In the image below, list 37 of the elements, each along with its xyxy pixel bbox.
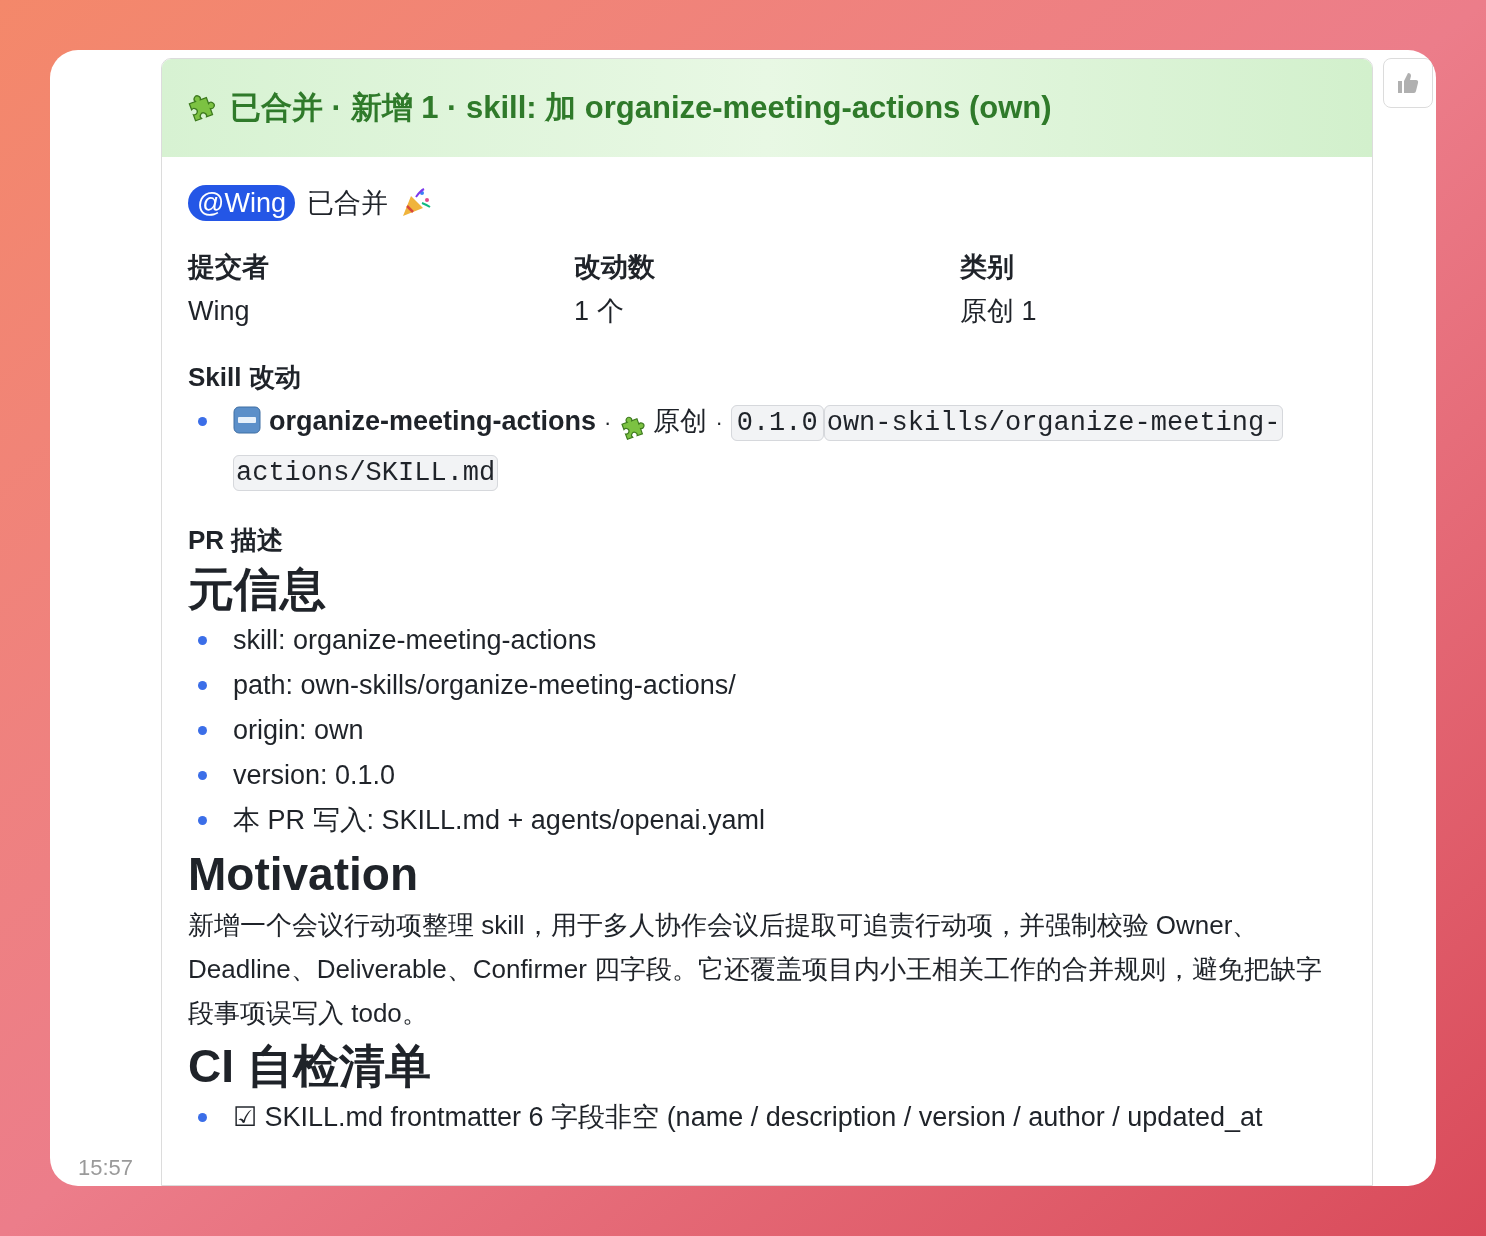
markdown-heading: Motivation [188, 847, 419, 902]
paragraph: 新增一个会议行动项整理 skill，用于多人协作会议后提取可追责行动项，并强制校验 Owner、Deadline、Deliverable、Confirmer 四字段。它还覆盖项目内小王相关工作的合并规则，避免把缺字段事项误写入 todo。 [188, 909, 1324, 1030]
field-value: 原创 1 [960, 295, 1038, 328]
card-title: 已合并 · 新增 1 · skill: 加 organize-meeting-actions (own) [230, 88, 1052, 127]
timestamp: 15:57 [77, 1154, 134, 1182]
markdown-heading: 元信息 [188, 562, 327, 617]
list-item: 本 PR 写入: SKILL.md + agents/openai.yaml [233, 804, 765, 837]
separator: · [604, 410, 612, 435]
field-label: 改动数 [574, 251, 656, 284]
bullet-icon [198, 417, 207, 426]
thumbs-up-button[interactable] [1383, 58, 1433, 108]
list-item: path: own-skills/organize-meeting-actions/ [233, 669, 736, 702]
mention-tag[interactable]: @Wing [188, 185, 295, 221]
bullet-icon [198, 636, 207, 645]
markdown-heading: CI 自检清单 [188, 1039, 432, 1094]
bullet-icon [198, 726, 207, 735]
bullet-icon [198, 1113, 207, 1122]
skill-origin: 原创 [653, 406, 708, 436]
skill-name: organize-meeting-actions [269, 406, 597, 436]
list-item: ☑ SKILL.md frontmatter 6 字段非空 (name / description / version / author / updated_at [233, 1101, 1263, 1134]
field-label: 提交者 [188, 251, 270, 284]
section-heading: PR 描述 [188, 524, 285, 557]
thumbs-up-icon [1396, 71, 1420, 95]
field-value: 1 个 [574, 295, 625, 328]
field-label: 类别 [960, 251, 1015, 284]
list-item: origin: own [233, 714, 364, 747]
bullet-icon [198, 816, 207, 825]
list-item: version: 0.1.0 [233, 759, 396, 792]
merged-text: 已合并 [306, 186, 388, 220]
field-value: Wing [188, 295, 251, 328]
separator: · [715, 410, 723, 435]
new-badge-icon [233, 406, 261, 434]
bullet-icon [198, 681, 207, 690]
version-code: 0.1.0 [730, 405, 824, 441]
bullet-icon [198, 771, 207, 780]
section-heading: Skill 改动 [188, 361, 302, 394]
list-item: skill: organize-meeting-actions [233, 624, 597, 657]
